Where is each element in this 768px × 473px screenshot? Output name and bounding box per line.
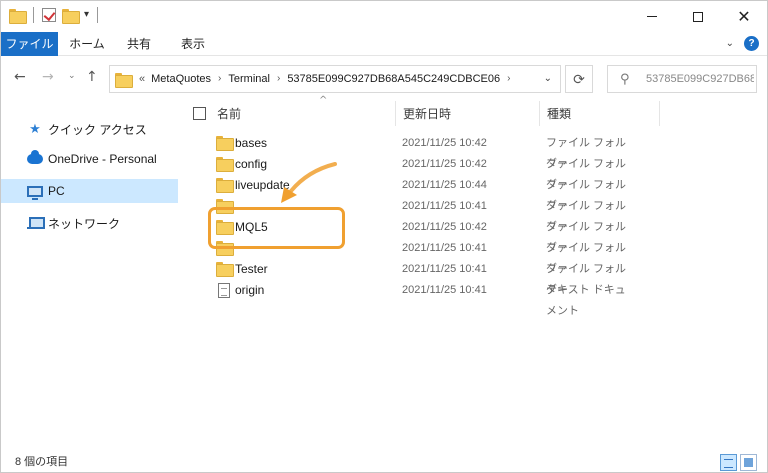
breadcrumb: « MetaQuotes › Terminal › 53785E099C927D… xyxy=(139,66,517,92)
tab-view[interactable]: 表示 xyxy=(171,32,215,56)
folder-icon xyxy=(9,8,27,24)
file-name: config xyxy=(235,157,268,171)
column-header-type[interactable]: 種類 xyxy=(547,99,571,126)
ribbon-right-controls: ⌄ ? xyxy=(726,36,759,51)
sidebar-item-network[interactable]: ネットワーク xyxy=(1,211,178,235)
pc-icon xyxy=(27,185,43,200)
expand-ribbon-chevron-icon[interactable]: ⌄ xyxy=(726,38,734,49)
sidebar-item-pc[interactable]: PC xyxy=(1,179,178,203)
network-icon xyxy=(27,217,45,229)
folder-icon xyxy=(115,73,133,88)
mql5-highlight-box xyxy=(208,207,345,249)
minimize-icon xyxy=(647,16,657,17)
breadcrumb-overflow[interactable]: « xyxy=(139,66,151,92)
file-date: 2021/11/25 10:41 xyxy=(402,284,487,296)
status-bar: 8 個の項目 xyxy=(1,452,767,472)
tab-share[interactable]: 共有 xyxy=(119,32,159,56)
cloud-icon xyxy=(27,150,43,164)
sidebar-item-label: OneDrive - Personal xyxy=(48,152,157,166)
sidebar-item-label: ネットワーク xyxy=(48,216,121,231)
title-bar: ▾ ✕ xyxy=(1,1,767,32)
folder-icon xyxy=(216,136,234,151)
large-icons-view-button[interactable] xyxy=(740,454,757,471)
toolbar-divider xyxy=(97,7,99,23)
sort-ascending-icon: ^ xyxy=(319,95,328,106)
breadcrumb-item-metaquotes[interactable]: MetaQuotes xyxy=(151,66,211,92)
folder-icon xyxy=(216,178,234,193)
tab-home[interactable]: ホーム xyxy=(65,32,109,56)
file-row-tester[interactable]: Tester 2021/11/25 10:41 ファイル フォルダー xyxy=(211,259,631,296)
sidebar-item-label: PC xyxy=(48,184,65,198)
details-view-button[interactable] xyxy=(720,454,737,471)
refresh-button[interactable]: ⟳ xyxy=(565,65,593,93)
file-date: 2021/11/25 10:42 xyxy=(402,137,487,149)
column-header-name[interactable]: 名前 xyxy=(217,99,241,126)
file-date: 2021/11/25 10:41 xyxy=(402,263,487,275)
file-type: テキスト ドキュメント xyxy=(546,284,626,317)
column-headers: ^ 名前 更新日時 種類 xyxy=(181,95,661,126)
maximize-button[interactable] xyxy=(675,1,721,32)
sidebar-item-onedrive[interactable]: OneDrive - Personal xyxy=(1,147,178,171)
explorer-window: ▾ ✕ ファイル ホーム 共有 表示 ⌄ ? ← → ⌄ ↑ « MetaQuo… xyxy=(0,0,768,473)
breadcrumb-item-terminal-id[interactable]: 53785E099C927DB68A545C249CDBCE06 xyxy=(287,66,500,92)
text-file-icon xyxy=(218,283,230,298)
file-name: bases xyxy=(235,136,268,150)
file-list: ^ 名前 更新日時 種類 bases 2021/11/25 10:42 ファイル… xyxy=(181,95,767,452)
breadcrumb-separator-icon[interactable]: › xyxy=(211,66,228,92)
address-dropdown-icon[interactable]: ⌄ xyxy=(544,73,552,84)
select-all-checkbox[interactable] xyxy=(193,107,206,120)
ribbon-tabs: ファイル ホーム 共有 表示 ⌄ ? xyxy=(1,32,767,56)
breadcrumb-item-terminal[interactable]: Terminal xyxy=(228,66,270,92)
sidebar-item-label: クイック アクセス xyxy=(48,122,147,137)
file-row-config[interactable]: config 2021/11/25 10:42 ファイル フォルダー xyxy=(211,154,631,191)
column-divider[interactable] xyxy=(539,101,540,126)
file-row-origin[interactable]: origin 2021/11/25 10:41 テキスト ドキュメント xyxy=(211,280,631,317)
help-icon[interactable]: ? xyxy=(744,36,759,51)
close-icon: ✕ xyxy=(737,7,751,26)
close-button[interactable]: ✕ xyxy=(721,1,767,32)
back-button[interactable]: ← xyxy=(14,69,26,85)
properties-icon[interactable] xyxy=(42,8,56,22)
breadcrumb-separator-icon[interactable]: › xyxy=(500,66,517,92)
column-divider[interactable] xyxy=(395,101,396,126)
tab-file[interactable]: ファイル xyxy=(1,32,58,56)
toolbar-divider xyxy=(33,7,34,23)
file-name: origin xyxy=(235,283,265,297)
navigation-pane: ★ クイック アクセス OneDrive - Personal PC ネットワー… xyxy=(1,99,179,452)
folder-icon xyxy=(216,262,234,277)
search-icon: ⚲ xyxy=(620,71,630,86)
column-header-date[interactable]: 更新日時 xyxy=(403,99,451,126)
file-date: 2021/11/25 10:41 xyxy=(402,242,487,254)
minimize-button[interactable] xyxy=(629,1,675,32)
star-icon: ★ xyxy=(29,121,41,137)
address-bar[interactable]: « MetaQuotes › Terminal › 53785E099C927D… xyxy=(109,65,561,93)
customize-toolbar-dropdown-icon[interactable]: ▾ xyxy=(84,10,89,20)
file-date: 2021/11/25 10:41 xyxy=(402,200,487,212)
column-divider[interactable] xyxy=(659,101,660,126)
up-button[interactable]: ↑ xyxy=(86,69,98,85)
window-controls: ✕ xyxy=(629,1,767,32)
view-toggle xyxy=(720,454,757,471)
file-row-liveupdate[interactable]: liveupdate 2021/11/25 10:44 ファイル フォルダー xyxy=(211,175,631,212)
new-folder-icon[interactable] xyxy=(62,8,80,24)
recent-locations-button[interactable]: ⌄ xyxy=(68,71,76,81)
navigation-row: ← → ⌄ ↑ « MetaQuotes › Terminal › 53785E… xyxy=(1,57,767,99)
file-date: 2021/11/25 10:42 xyxy=(402,158,487,170)
search-box[interactable]: ⚲ 53785E099C927DB68A545C249CDBCE06の検索 xyxy=(607,65,757,93)
file-name: liveupdate xyxy=(235,178,290,192)
file-row-bases[interactable]: bases 2021/11/25 10:42 ファイル フォルダー xyxy=(211,133,631,170)
file-date: 2021/11/25 10:44 xyxy=(402,179,487,191)
file-date: 2021/11/25 10:42 xyxy=(402,221,487,233)
item-count: 8 個の項目 xyxy=(15,456,69,468)
sidebar-item-quick-access[interactable]: ★ クイック アクセス xyxy=(1,117,178,141)
maximize-icon xyxy=(693,11,703,22)
breadcrumb-separator-icon[interactable]: › xyxy=(270,66,287,92)
file-name: Tester xyxy=(235,262,268,276)
search-input[interactable]: 53785E099C927DB68A545C249CDBCE06の検索 xyxy=(646,66,754,92)
folder-icon xyxy=(216,157,234,172)
quick-access-toolbar: ▾ xyxy=(9,7,100,24)
forward-button[interactable]: → xyxy=(42,69,54,85)
